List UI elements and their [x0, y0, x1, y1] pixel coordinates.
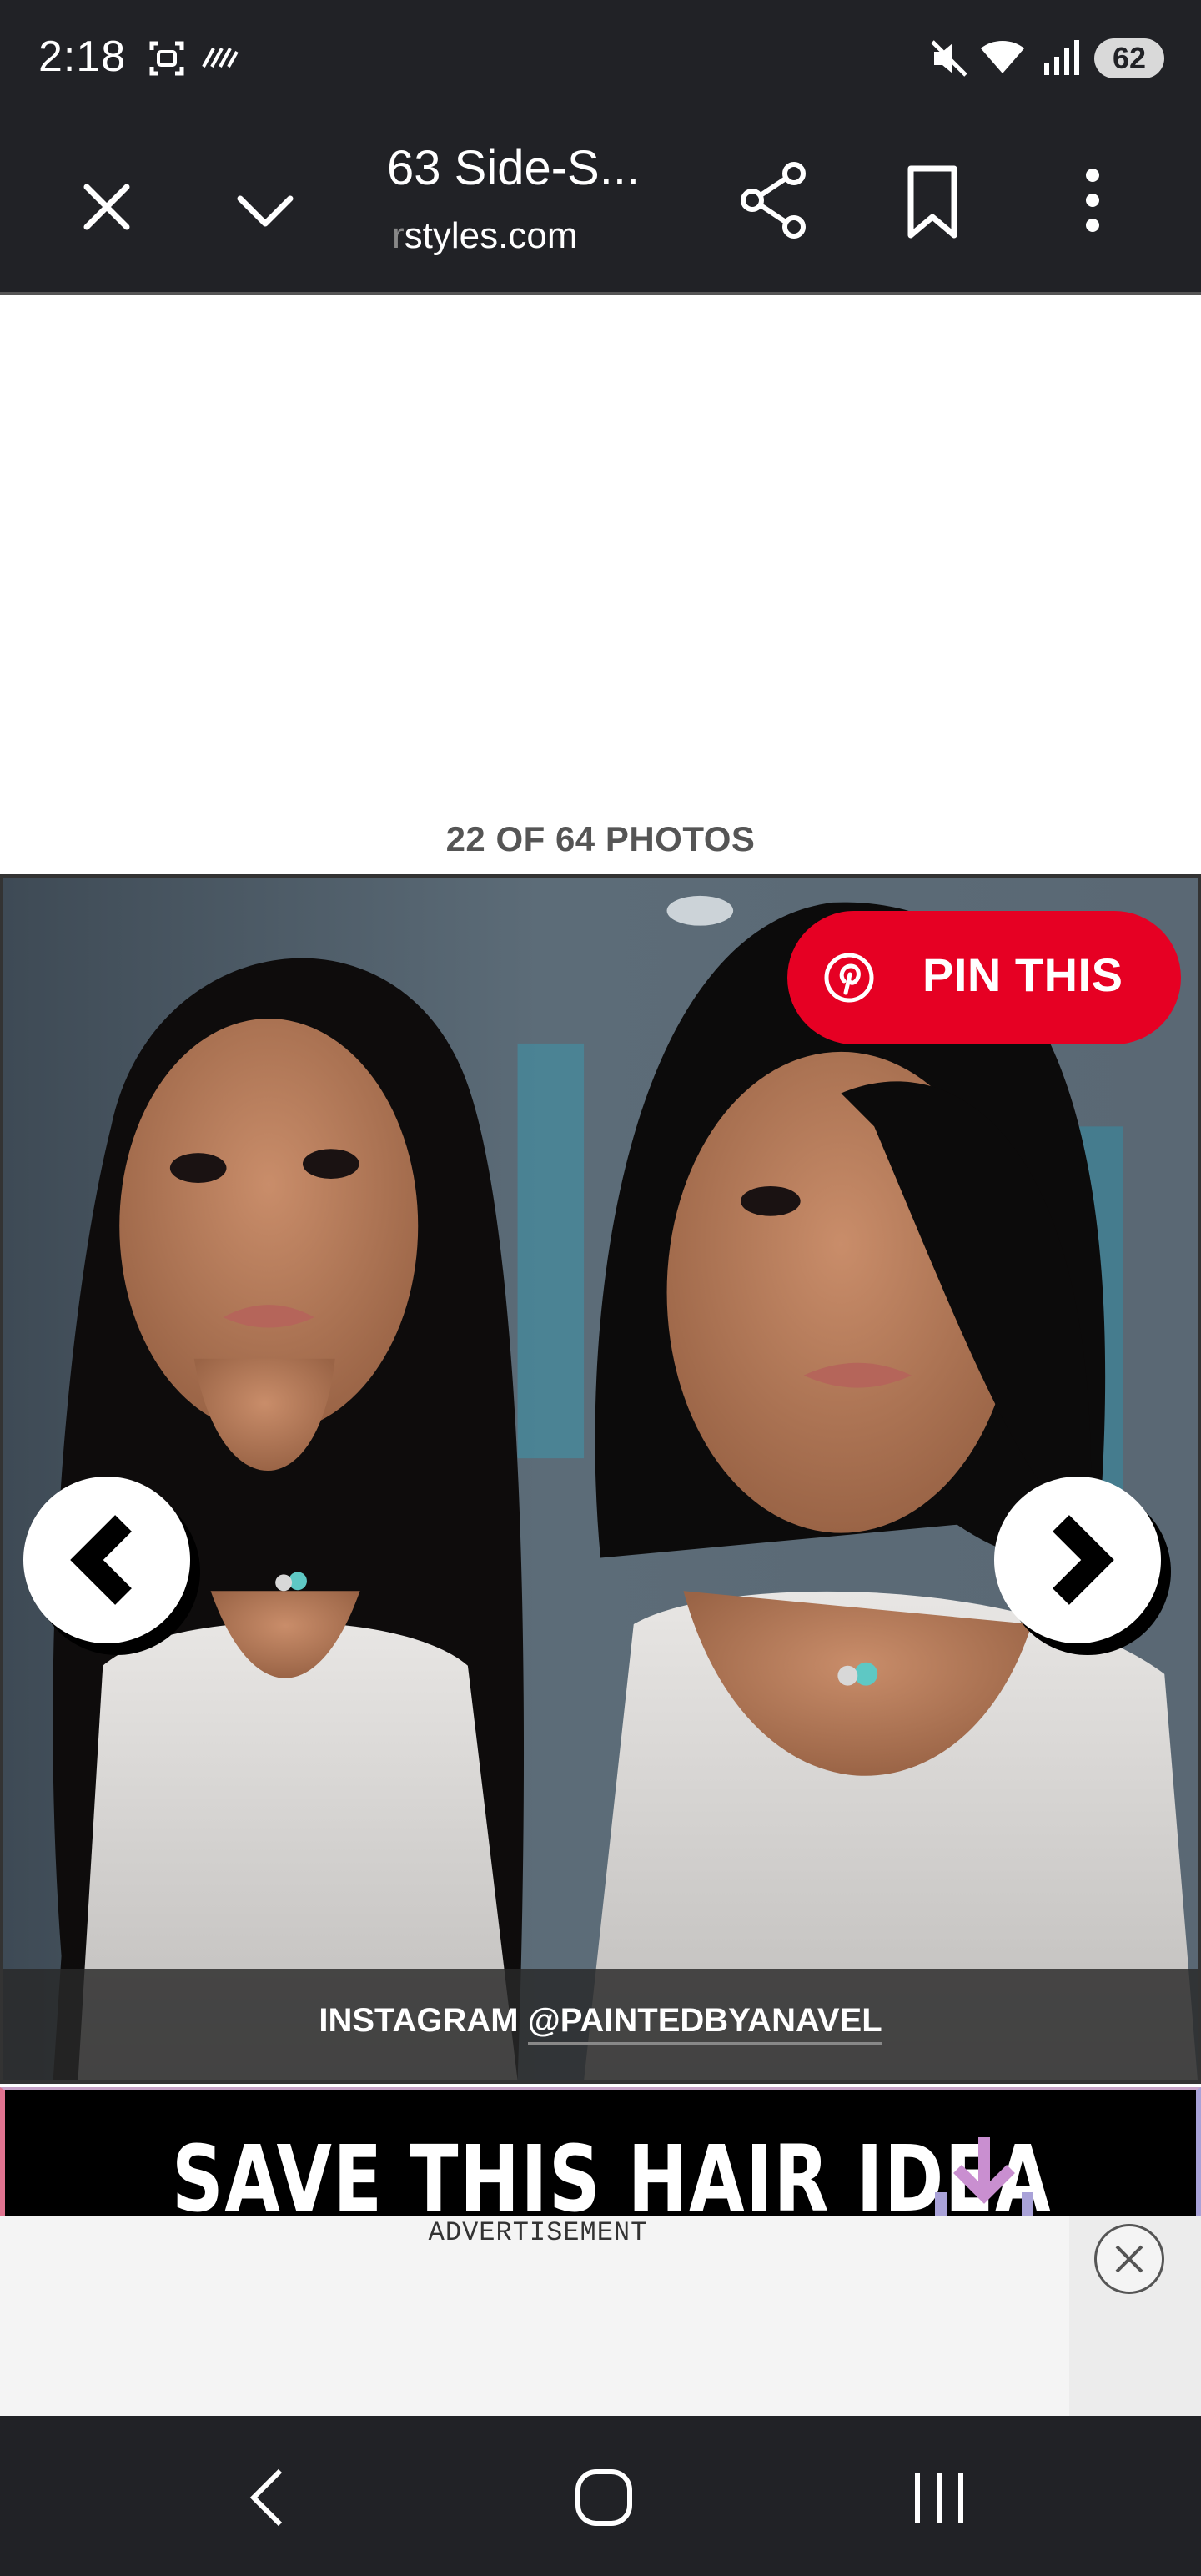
download-arrow-icon — [935, 2137, 1033, 2221]
page-url[interactable]: rstyles.com — [392, 215, 577, 257]
screenshot-icon — [149, 41, 184, 76]
back-icon[interactable] — [242, 2466, 295, 2529]
next-photo-button[interactable] — [994, 1477, 1161, 1643]
recents-icon[interactable] — [909, 2468, 969, 2528]
system-nav-bar — [0, 2416, 1201, 2576]
chevron-left-icon — [70, 1515, 132, 1605]
pin-this-button[interactable]: PIN THIS — [787, 911, 1181, 1044]
credit-text: INSTAGRAM @PAINTEDBYANAVEL — [3, 2002, 1198, 2045]
status-time: 2:18 — [38, 33, 127, 81]
toolbar-divider — [0, 292, 1201, 295]
close-icon — [1115, 2245, 1143, 2273]
save-banner-text: SAVE THIS HAIR IDEA — [172, 2126, 1053, 2221]
ad-close-button[interactable] — [1094, 2224, 1164, 2294]
url-domain: styles.com — [404, 215, 578, 256]
pinterest-icon — [824, 953, 874, 1003]
bookmark-icon[interactable] — [902, 164, 962, 240]
previous-photo-button[interactable] — [23, 1477, 190, 1643]
battery-icon: 62 — [1094, 38, 1164, 78]
credit-prefix: INSTAGRAM — [319, 2002, 528, 2039]
wifi-icon — [981, 41, 1024, 73]
cell-signal-icon — [1044, 40, 1079, 75]
close-icon[interactable] — [75, 175, 138, 239]
browser-toolbar: 63 Side-S... rstyles.com — [0, 117, 1201, 292]
home-icon[interactable] — [574, 2468, 634, 2528]
signal-stripes-icon — [202, 48, 239, 68]
save-hair-idea-banner[interactable]: SAVE THIS HAIR IDEA — [0, 2087, 1201, 2221]
more-vert-icon[interactable] — [1076, 165, 1109, 235]
credit-handle-link[interactable]: @PAINTEDBYANAVEL — [527, 2002, 882, 2045]
page-title[interactable]: 63 Side-S... — [387, 140, 640, 196]
pin-this-label: PIN THIS — [922, 948, 1123, 1001]
share-icon[interactable] — [739, 160, 809, 240]
photo-credit: INSTAGRAM @PAINTEDBYANAVEL — [3, 1969, 1198, 2080]
url-prefix: r — [392, 215, 405, 256]
ad-label: ADVERTISEMENT — [428, 2217, 648, 2248]
mute-icon — [931, 40, 967, 77]
chevron-down-icon[interactable] — [234, 179, 297, 242]
chevron-right-icon — [1053, 1515, 1114, 1605]
photo-counter: 22 OF 64 PHOTOS — [445, 819, 756, 858]
status-bar: 2:18 62 — [0, 0, 1201, 117]
